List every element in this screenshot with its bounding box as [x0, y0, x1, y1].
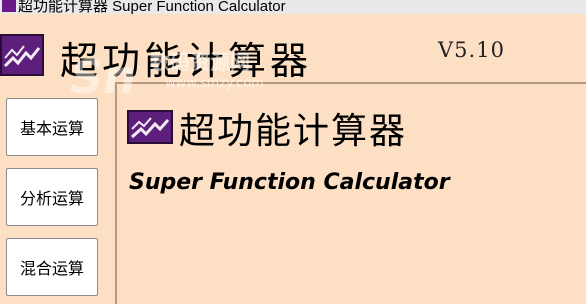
version-label: V5.10: [438, 38, 505, 62]
panel-subtitle: Super Function Calculator: [129, 170, 450, 195]
chart-zigzag-icon: [0, 34, 44, 76]
sidebar-item-mixed-calc[interactable]: 混合运算: [6, 238, 98, 296]
main-window: 超功能计算器 V5.10 基本运算 分析运算 混合运算 超功能计算器 Super…: [0, 14, 586, 304]
window-title: 超功能计算器 Super Function Calculator: [18, 0, 286, 14]
watermark-site-name: 数码资源网: [150, 50, 250, 74]
chart-zigzag-icon: [127, 110, 173, 144]
watermark-url: www.smzy.com: [165, 76, 264, 91]
app-icon: [2, 0, 16, 12]
panel-title: 超功能计算器: [179, 111, 408, 152]
sidebar-item-basic-calc[interactable]: 基本运算: [6, 98, 98, 156]
welcome-panel: 超功能计算器 Super Function Calculator: [115, 82, 586, 304]
watermark-logo: Sn: [70, 50, 136, 104]
title-bar: 超功能计算器 Super Function Calculator: [0, 0, 586, 14]
sidebar-item-analysis-calc[interactable]: 分析运算: [6, 168, 98, 226]
